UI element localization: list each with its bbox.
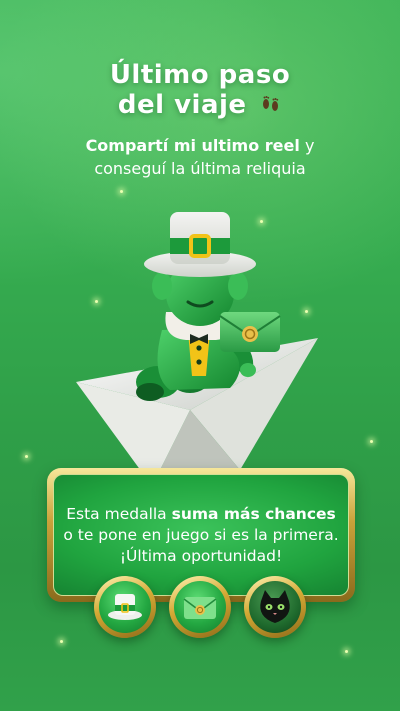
medal-envelope[interactable] <box>169 576 231 638</box>
sparkle <box>25 455 28 458</box>
envelope-seal-icon <box>183 597 217 619</box>
panel-text-after: o te pone en juego si es la primera. ¡Úl… <box>63 526 339 565</box>
medal-info-text: Esta medalla suma más chances o te pone … <box>61 504 341 567</box>
medal-cat[interactable] <box>244 576 306 638</box>
medal-cat-face <box>249 581 301 633</box>
black-cat-icon <box>260 590 290 623</box>
subtitle-bold: Compartí mi ultimo reel <box>85 136 300 155</box>
subtitle: Compartí mi ultimo reel y conseguí la úl… <box>20 134 380 180</box>
panel-text-bold: suma más chances <box>171 505 336 523</box>
sparkle <box>370 440 373 443</box>
footprints-icon <box>260 91 282 121</box>
title-line-2: del viaje <box>117 90 247 120</box>
subtitle-line-2: conseguí la última reliquia <box>94 159 306 178</box>
subtitle-after-bold: y <box>299 136 315 155</box>
medal-hat-face <box>99 581 151 633</box>
medal-envelope-face <box>174 581 226 633</box>
leprechaun-hat-icon <box>108 594 142 620</box>
panel-text-before: Esta medalla <box>66 505 172 523</box>
page-title: Último paso del viaje <box>0 60 400 121</box>
title-line-1: Último paso <box>109 60 291 90</box>
medals-row <box>0 576 400 646</box>
medal-hat[interactable] <box>94 576 156 638</box>
sparkle <box>345 650 348 653</box>
sparkle <box>120 190 123 193</box>
leprechaun-on-paper-plane-illustration <box>70 200 330 490</box>
